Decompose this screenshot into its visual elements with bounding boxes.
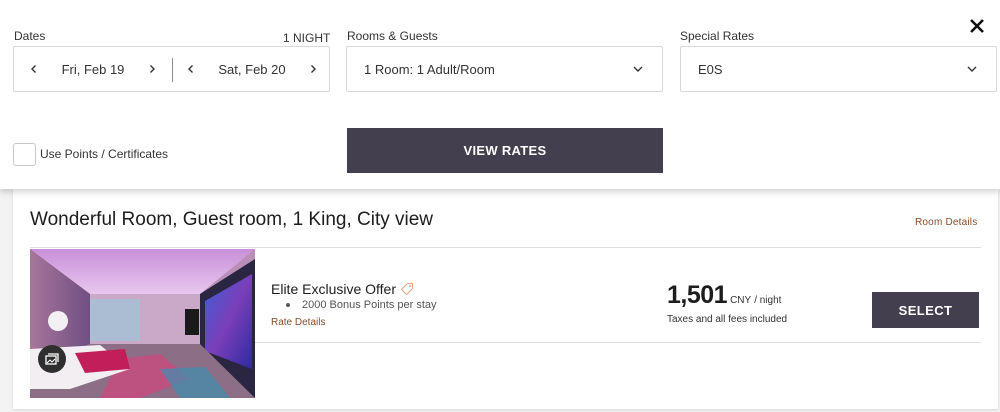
- use-points-checkbox[interactable]: [13, 143, 36, 166]
- divider: [30, 247, 981, 248]
- offer-title: Elite Exclusive Offer: [271, 281, 414, 297]
- room-details-link[interactable]: Room Details: [915, 217, 977, 228]
- checkout-date: Sat, Feb 20: [179, 47, 325, 91]
- view-rates-button[interactable]: VIEW RATES: [347, 128, 663, 173]
- rooms-guests-value: 1 Room: 1 Adult/Room: [364, 61, 495, 77]
- date-picker: Fri, Feb 19 Sat, Feb 20: [13, 46, 330, 92]
- special-rates-value: E0S: [698, 61, 723, 77]
- chevron-down-icon: [967, 66, 977, 72]
- nights-count: 1 NIGHT: [283, 31, 331, 45]
- next-checkin-chevron-right-icon[interactable]: [140, 47, 164, 91]
- checkin-date: Fri, Feb 19: [22, 47, 164, 91]
- room-card: Wonderful Room, Guest room, 1 King, City…: [13, 189, 998, 409]
- close-icon[interactable]: [967, 16, 987, 36]
- divider: [255, 342, 981, 343]
- rooms-guests-label: Rooms & Guests: [347, 29, 438, 43]
- date-divider: [172, 58, 173, 82]
- select-button[interactable]: SELECT: [872, 292, 979, 328]
- search-bar: Dates 1 NIGHT Fri, Feb 19 Sat, Feb 20 Ro…: [0, 0, 1000, 189]
- next-checkout-chevron-right-icon[interactable]: [301, 47, 325, 91]
- offer-bullet: 2000 Bonus Points per stay: [286, 299, 437, 311]
- bullet-dot: [286, 303, 290, 307]
- chevron-down-icon: [633, 66, 643, 72]
- room-photo[interactable]: [30, 249, 255, 398]
- taxes-note: Taxes and all fees included: [667, 314, 788, 325]
- price-currency: CNY: [730, 295, 752, 306]
- rate-details-link[interactable]: Rate Details: [271, 317, 325, 328]
- tag-icon: [400, 282, 414, 296]
- checkout-date-text[interactable]: Sat, Feb 20: [203, 62, 301, 77]
- special-rates-select[interactable]: E0S: [680, 46, 997, 92]
- special-rates-label: Special Rates: [680, 29, 755, 43]
- price-amount: 1,501: [667, 281, 728, 309]
- offer-bullet-text: 2000 Bonus Points per stay: [302, 299, 437, 311]
- rooms-guests-select[interactable]: 1 Room: 1 Adult/Room: [346, 46, 663, 92]
- price-per-night: / night: [754, 295, 782, 306]
- use-points-label: Use Points / Certificates: [40, 147, 169, 161]
- offer-title-text: Elite Exclusive Offer: [271, 281, 397, 297]
- prev-checkout-chevron-left-icon[interactable]: [179, 47, 203, 91]
- gallery-icon[interactable]: [38, 345, 66, 373]
- prev-checkin-chevron-left-icon[interactable]: [22, 47, 46, 91]
- checkin-date-text[interactable]: Fri, Feb 19: [46, 62, 140, 77]
- room-title: Wonderful Room, Guest room, 1 King, City…: [30, 209, 434, 230]
- dates-label: Dates: [14, 29, 46, 43]
- price: 1,501 CNY / night: [667, 281, 781, 310]
